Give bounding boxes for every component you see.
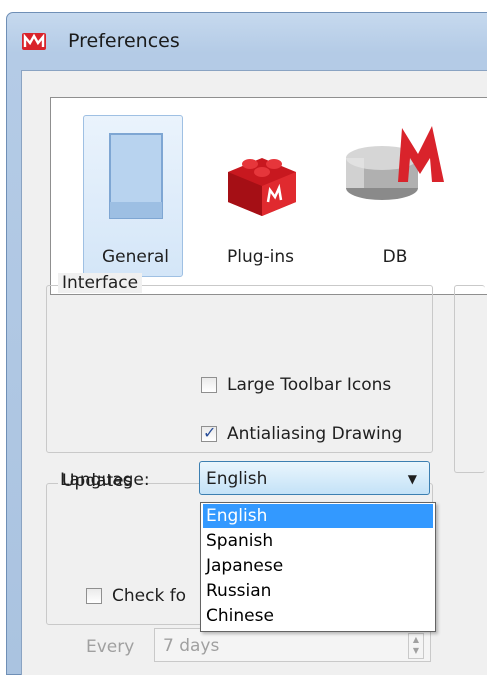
- antialiasing-drawing-checkbox[interactable]: [201, 423, 217, 442]
- update-interval-value: 7 days: [163, 636, 220, 656]
- title-bar[interactable]: Preferences: [7, 13, 487, 71]
- language-option-japanese[interactable]: Japanese: [203, 554, 433, 578]
- check-updates-label: Check fo: [112, 586, 187, 606]
- language-option-spanish[interactable]: Spanish: [203, 529, 433, 553]
- every-label: Every: [86, 637, 135, 657]
- app-logo-icon: [22, 33, 46, 50]
- tab-general[interactable]: General: [80, 98, 191, 294]
- window-title: Preferences: [68, 30, 180, 52]
- check-updates-checkbox[interactable]: [86, 588, 102, 604]
- antialiasing-drawing-option[interactable]: Antialiasing Drawing: [201, 423, 403, 444]
- language-option-russian[interactable]: Russian: [203, 579, 433, 603]
- tab-db[interactable]: DB: [335, 98, 455, 294]
- interface-legend: Interface: [58, 273, 143, 293]
- tab-plugins[interactable]: Plug-ins: [208, 98, 313, 294]
- language-label: Language:: [60, 470, 150, 490]
- tab-db-label: DB: [382, 247, 408, 267]
- plugin-brick-icon: [227, 158, 296, 216]
- language-option-english[interactable]: English: [203, 504, 433, 528]
- spin-arrows-icon[interactable]: ▲ ▼: [408, 633, 424, 659]
- preferences-toolbar: General Plug-ins DB: [50, 97, 487, 295]
- language-dropdown-list: English Spanish Japanese Russian Chinese: [200, 502, 436, 632]
- antialiasing-drawing-label: Antialiasing Drawing: [227, 424, 403, 444]
- large-toolbar-icons-checkbox[interactable]: [201, 377, 217, 393]
- tab-plugins-label: Plug-ins: [226, 247, 295, 267]
- check-updates-option[interactable]: Check fo: [86, 586, 186, 606]
- update-interval-spinbox[interactable]: 7 days ▲ ▼: [154, 628, 431, 662]
- database-icon: [346, 126, 444, 200]
- tab-general-label: General: [102, 247, 169, 267]
- general-page-icon: [108, 133, 163, 219]
- language-selected-value: English: [206, 469, 268, 489]
- large-toolbar-icons-option[interactable]: Large Toolbar Icons: [201, 375, 391, 395]
- large-toolbar-icons-label: Large Toolbar Icons: [227, 375, 392, 395]
- second-group-frame: [454, 285, 485, 473]
- language-select[interactable]: English ▼: [199, 461, 430, 495]
- chevron-down-icon: ▼: [407, 472, 417, 486]
- language-option-chinese[interactable]: Chinese: [203, 604, 433, 628]
